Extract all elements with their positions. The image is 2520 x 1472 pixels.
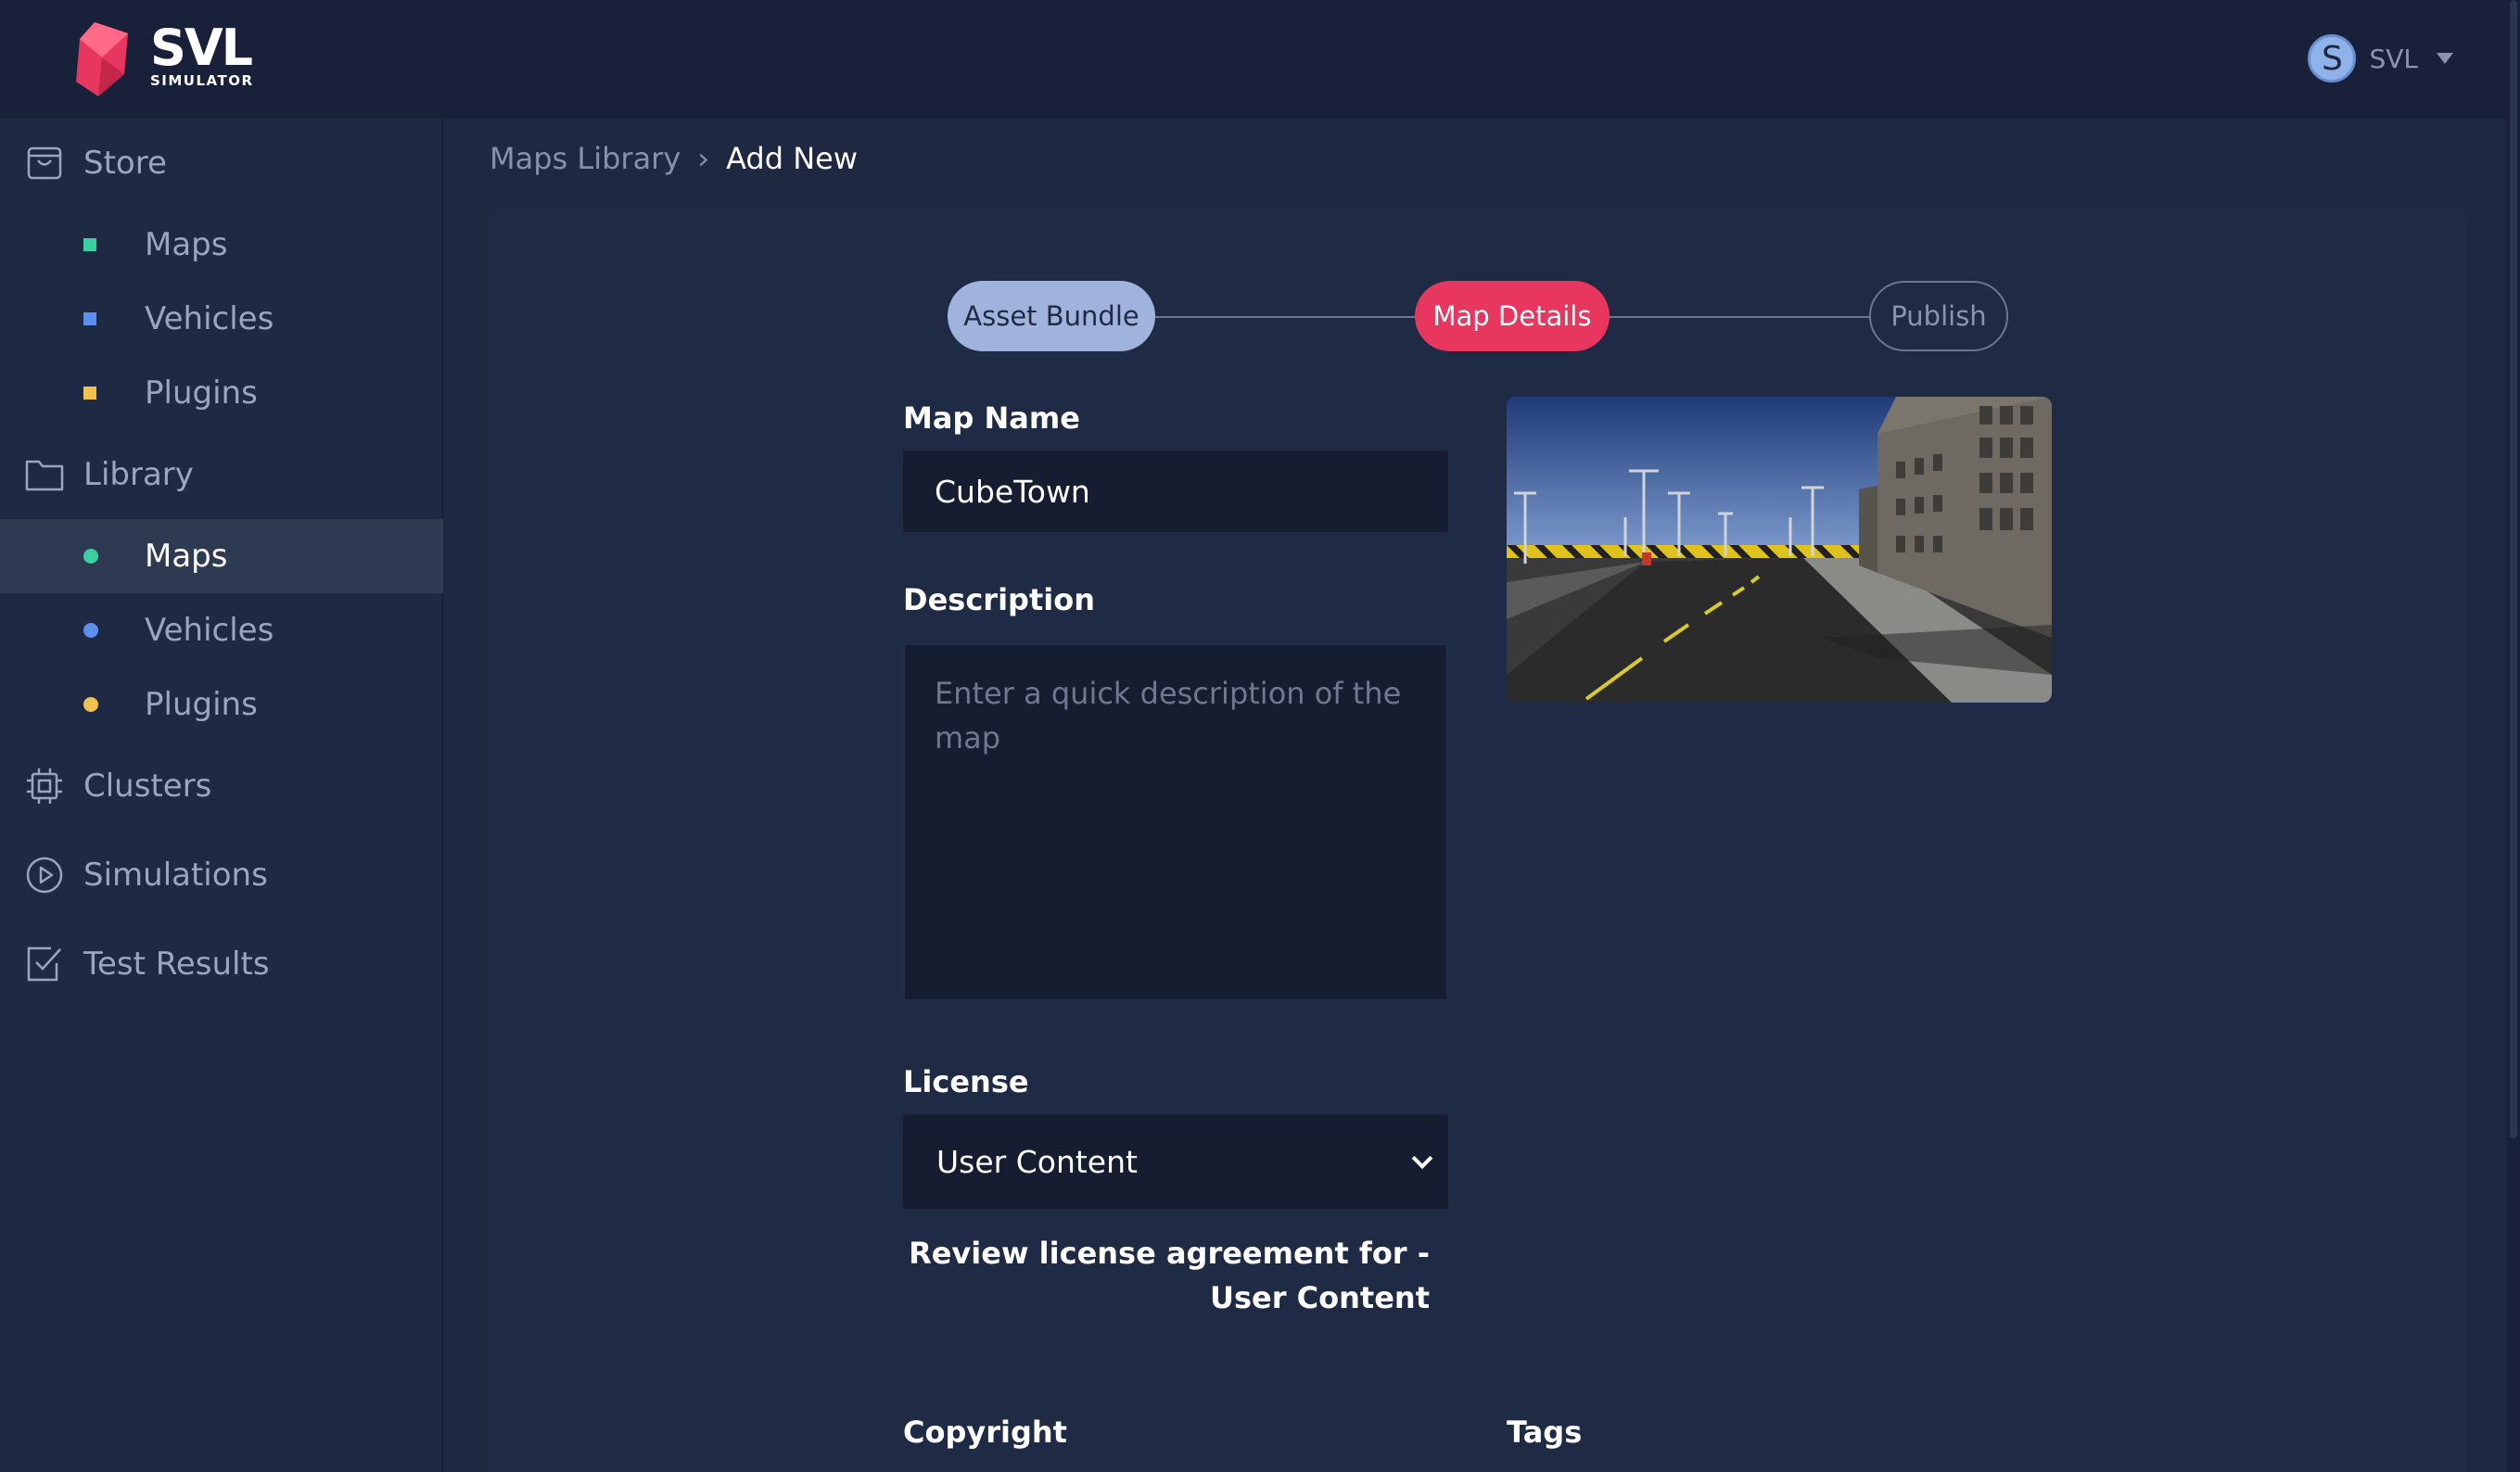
sidebar-item-label: Maps bbox=[145, 226, 228, 263]
square-bullet-icon bbox=[83, 387, 96, 400]
step-map-details[interactable]: Map Details bbox=[1415, 281, 1610, 351]
sidebar-item-store[interactable]: Store bbox=[0, 126, 443, 200]
chevron-down-icon bbox=[1411, 1148, 1433, 1170]
dot-bullet-icon bbox=[83, 549, 98, 564]
play-circle-icon bbox=[24, 855, 65, 895]
sidebar-item-test-results[interactable]: Test Results bbox=[0, 927, 443, 1001]
step-publish[interactable]: Publish bbox=[1869, 281, 2008, 351]
user-menu[interactable]: S SVL bbox=[2308, 33, 2453, 83]
avatar: S bbox=[2308, 34, 2357, 82]
breadcrumb-separator: › bbox=[697, 141, 710, 176]
svl-logo[interactable]: SVL SIMULATOR bbox=[70, 19, 284, 98]
license-select[interactable]: User Content bbox=[903, 1114, 1448, 1209]
logo-mark-icon bbox=[76, 22, 128, 96]
description-label: Description bbox=[903, 582, 1095, 617]
sidebar-item-label: Test Results bbox=[83, 945, 270, 983]
breadcrumb-current: Add New bbox=[726, 141, 858, 176]
caret-down-icon bbox=[2437, 53, 2453, 64]
sidebar-item-label: Plugins bbox=[145, 686, 258, 723]
breadcrumb: Maps Library › Add New bbox=[490, 141, 858, 176]
sidebar-item-label: Store bbox=[83, 145, 167, 182]
sidebar-item-library-maps[interactable]: Maps bbox=[0, 519, 443, 593]
sidebar-item-label: Vehicles bbox=[145, 300, 274, 337]
license-agreement-link[interactable]: Review license agreement for - User Cont… bbox=[903, 1231, 1430, 1320]
license-label: License bbox=[903, 1064, 1029, 1099]
chip-icon bbox=[24, 766, 65, 806]
sidebar-item-library-plugins[interactable]: Plugins bbox=[0, 667, 443, 742]
stepper-connector bbox=[1608, 316, 1871, 318]
dot-bullet-icon bbox=[83, 623, 98, 638]
sidebar-item-label: Vehicles bbox=[145, 612, 274, 649]
tags-label: Tags bbox=[1507, 1415, 1583, 1450]
square-bullet-icon bbox=[83, 238, 96, 251]
sidebar-item-store-maps[interactable]: Maps bbox=[0, 208, 443, 282]
sidebar-item-label: Simulations bbox=[83, 857, 268, 894]
dot-bullet-icon bbox=[83, 697, 98, 712]
sidebar-item-label: Plugins bbox=[145, 374, 258, 412]
user-name: SVL bbox=[2369, 43, 2418, 74]
sidebar-item-library-vehicles[interactable]: Vehicles bbox=[0, 593, 443, 667]
breadcrumb-maps-library[interactable]: Maps Library bbox=[490, 141, 681, 176]
form-panel bbox=[490, 208, 2466, 1472]
brand-subtitle: SIMULATOR bbox=[150, 72, 254, 89]
sidebar-item-library[interactable]: Library bbox=[0, 438, 443, 512]
sidebar-item-label: Clusters bbox=[83, 768, 212, 805]
step-asset-bundle[interactable]: Asset Bundle bbox=[948, 281, 1155, 351]
checkbox-icon bbox=[24, 944, 65, 984]
sidebar-item-label: Library bbox=[83, 456, 194, 493]
map-name-label: Map Name bbox=[903, 400, 1080, 436]
scrollbar-thumb[interactable] bbox=[2510, 0, 2517, 1138]
map-name-input[interactable]: CubeTown bbox=[903, 450, 1448, 532]
sidebar-item-simulations[interactable]: Simulations bbox=[0, 838, 443, 912]
sidebar-item-store-vehicles[interactable]: Vehicles bbox=[0, 282, 443, 356]
square-bullet-icon bbox=[83, 312, 96, 325]
sidebar: Store Maps Vehicles Plugins Library Maps… bbox=[0, 119, 443, 1472]
stepper-connector bbox=[1153, 316, 1417, 318]
top-bar: SVL SIMULATOR S SVL bbox=[0, 0, 2520, 119]
sidebar-item-label: Maps bbox=[145, 538, 228, 575]
description-textarea[interactable]: Enter a quick description of the map bbox=[903, 643, 1448, 1001]
copyright-label: Copyright bbox=[903, 1415, 1067, 1450]
sidebar-item-clusters[interactable]: Clusters bbox=[0, 749, 443, 823]
map-preview-image bbox=[1507, 397, 2052, 703]
folder-icon bbox=[24, 454, 65, 495]
page-scrollbar[interactable] bbox=[2507, 0, 2520, 1472]
shopping-bag-icon bbox=[24, 143, 65, 184]
license-select-value: User Content bbox=[936, 1143, 1138, 1180]
brand-word: SVL bbox=[150, 19, 253, 77]
sidebar-item-store-plugins[interactable]: Plugins bbox=[0, 356, 443, 430]
